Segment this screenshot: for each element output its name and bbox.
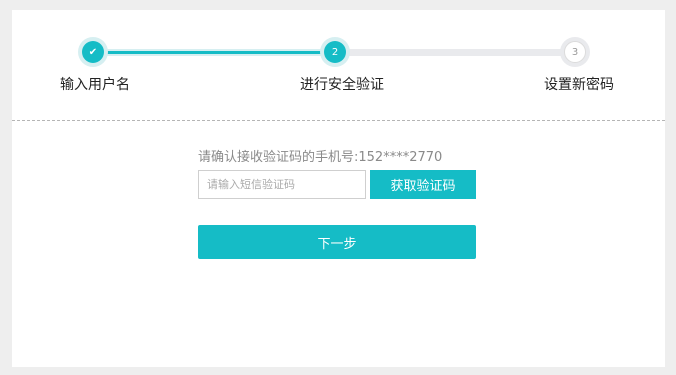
get-code-button[interactable]: 获取验证码	[370, 170, 476, 199]
checkmark-icon: ✔	[82, 41, 104, 63]
phone-confirm-text: 请确认接收验证码的手机号:152****2770	[198, 150, 443, 165]
step-2-marker: 2	[320, 37, 350, 67]
stepper-track-completed	[102, 49, 338, 56]
verification-card: ✔ 2 3 输入用户名 进行安全验证 设置新密码 请确认接收验证码的手机号:15…	[12, 10, 665, 367]
progress-stepper: ✔ 2 3 输入用户名 进行安全验证 设置新密码	[12, 10, 665, 120]
stepper-track-pending	[338, 49, 572, 56]
step-3-label: 设置新密码	[544, 77, 614, 93]
next-step-button[interactable]: 下一步	[198, 225, 476, 259]
step-1-marker: ✔	[78, 37, 108, 67]
step-3-marker: 3	[560, 37, 590, 67]
step-1-label: 输入用户名	[60, 77, 130, 93]
step-3-number: 3	[564, 41, 586, 63]
stepper-track-fill	[102, 51, 338, 54]
step-2-number: 2	[324, 41, 346, 63]
sms-code-input[interactable]	[198, 170, 366, 199]
section-divider	[12, 120, 665, 121]
step-2-label: 进行安全验证	[300, 77, 384, 93]
